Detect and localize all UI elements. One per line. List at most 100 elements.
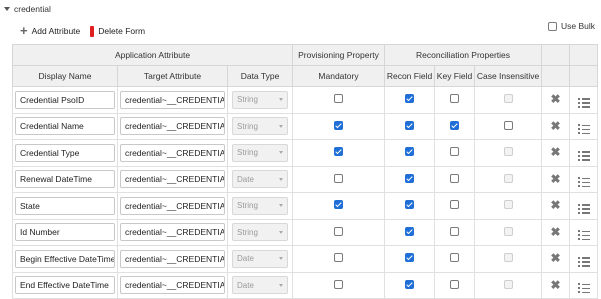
chevron-down-icon: [279, 257, 284, 261]
recon-field-checkbox[interactable]: [405, 200, 415, 210]
display-name-input[interactable]: Renewal DateTime: [15, 170, 115, 189]
group-reconciliation-properties: Reconciliation Properties: [384, 44, 543, 66]
display-name-input[interactable]: Credential Name: [15, 117, 115, 136]
target-attribute-input[interactable]: credential~__CREDENTIAI: [120, 143, 225, 162]
use-bulk-label: Use Bulk: [560, 21, 595, 31]
row-options-icon[interactable]: [577, 203, 590, 214]
row-options-icon[interactable]: [577, 283, 590, 294]
display-name-input[interactable]: Credential PsoID: [15, 90, 115, 109]
recon-field-checkbox[interactable]: [405, 253, 415, 263]
display-name-input[interactable]: Credential Type: [15, 143, 115, 162]
recon-field-checkbox[interactable]: [405, 94, 415, 104]
data-type-select: String: [232, 196, 289, 215]
delete-row-icon[interactable]: ✖: [551, 119, 561, 133]
use-bulk-checkbox[interactable]: [547, 21, 557, 31]
delete-bar-icon: [90, 25, 95, 37]
target-attribute-input[interactable]: credential~__CREDENTIAI: [120, 249, 225, 268]
recon-field-checkbox[interactable]: [405, 279, 415, 289]
col-mandatory[interactable]: Mandatory: [292, 65, 386, 87]
mandatory-checkbox[interactable]: [334, 147, 344, 157]
collapse-caret-icon[interactable]: [4, 7, 10, 11]
mandatory-checkbox[interactable]: [334, 279, 344, 289]
col-case-insensitive[interactable]: Case Insensitive: [474, 65, 543, 87]
row-options-icon[interactable]: [577, 150, 590, 161]
row-options-icon[interactable]: [577, 230, 590, 241]
key-field-checkbox[interactable]: [450, 147, 460, 157]
delete-row-icon[interactable]: ✖: [551, 198, 561, 212]
mandatory-checkbox[interactable]: [334, 200, 344, 210]
case-insensitive-checkbox[interactable]: [503, 120, 513, 130]
key-field-checkbox[interactable]: [450, 120, 460, 130]
target-attribute-input[interactable]: credential~__CREDENTIAI: [120, 276, 225, 295]
add-attribute-label: Add Attribute: [31, 26, 81, 36]
table-row: Renewal DateTime credential~__CREDENTIAI D…: [12, 165, 599, 193]
delete-row-icon[interactable]: ✖: [551, 251, 561, 265]
target-attribute-input[interactable]: credential~__CREDENTIAI: [120, 90, 225, 109]
table-row: Credential Type credential~__CREDENTIAI St…: [12, 139, 599, 167]
target-attribute-input[interactable]: credential~__CREDENTIAI: [120, 170, 225, 189]
data-type-value: String: [237, 148, 258, 158]
data-type-value: String: [237, 227, 258, 237]
delete-row-icon[interactable]: ✖: [551, 172, 561, 186]
key-field-checkbox[interactable]: [450, 94, 460, 104]
row-options-icon[interactable]: [577, 124, 590, 135]
use-bulk-toggle[interactable]: Use Bulk: [547, 21, 595, 31]
mandatory-checkbox[interactable]: [334, 94, 344, 104]
table-row: Credential Name credential~__CREDENTIAI St…: [12, 112, 599, 140]
row-options-icon[interactable]: [577, 256, 590, 267]
attribute-table: Application Attribute Provisioning Prope…: [11, 44, 599, 299]
key-field-checkbox[interactable]: [450, 173, 460, 183]
target-attribute-input[interactable]: credential~__CREDENTIAI: [120, 223, 225, 242]
key-field-checkbox[interactable]: [450, 200, 460, 210]
table-row: Begin Effective DateTime credential~__CRE…: [12, 245, 599, 273]
mandatory-checkbox[interactable]: [334, 253, 344, 263]
row-options-icon[interactable]: [577, 97, 590, 108]
table-row: End Effective DateTime credential~__CREDE…: [12, 271, 599, 299]
data-type-select: String: [232, 143, 289, 162]
add-attribute-button[interactable]: + Add Attribute: [20, 23, 81, 38]
col-key-field[interactable]: Key Field: [434, 65, 476, 87]
delete-row-icon[interactable]: ✖: [551, 92, 561, 106]
key-field-checkbox[interactable]: [450, 279, 460, 289]
chevron-down-icon: [279, 204, 284, 208]
target-attribute-input[interactable]: credential~__CREDENTIAI: [120, 117, 225, 136]
mandatory-checkbox[interactable]: [334, 120, 344, 130]
recon-field-checkbox[interactable]: [405, 173, 415, 183]
chevron-down-icon: [279, 230, 284, 234]
mandatory-checkbox[interactable]: [334, 173, 344, 183]
recon-field-checkbox[interactable]: [405, 120, 415, 130]
delete-form-button[interactable]: Delete Form: [90, 25, 145, 37]
col-data-type[interactable]: Data Type: [226, 65, 294, 87]
key-field-checkbox[interactable]: [450, 253, 460, 263]
display-name-input[interactable]: Id Number: [15, 223, 115, 242]
col-display-name[interactable]: Display Name: [12, 65, 118, 87]
data-type-value: Date: [237, 174, 254, 184]
chevron-down-icon: [279, 151, 284, 155]
section-header[interactable]: credential: [4, 2, 51, 16]
plus-icon: +: [20, 23, 28, 38]
table-row: State credential~__CREDENTIAI String ✖: [12, 192, 599, 220]
recon-field-checkbox[interactable]: [405, 147, 415, 157]
row-options-icon[interactable]: [577, 177, 590, 188]
data-type-select: Date: [232, 276, 289, 295]
chevron-down-icon: [279, 177, 284, 181]
key-field-checkbox[interactable]: [450, 226, 460, 236]
section-title: credential: [14, 4, 51, 14]
mandatory-checkbox[interactable]: [334, 226, 344, 236]
data-type-select: String: [232, 117, 289, 136]
case-insensitive-checkbox: [503, 200, 513, 210]
case-insensitive-checkbox: [503, 279, 513, 289]
display-name-input[interactable]: State: [15, 196, 115, 215]
display-name-input[interactable]: Begin Effective DateTime: [15, 249, 115, 268]
col-target-attribute[interactable]: Target Attribute: [117, 65, 228, 87]
col-recon-field[interactable]: Recon Field: [384, 65, 436, 87]
table-row: Credential PsoID credential~__CREDENTIAI S…: [12, 86, 599, 114]
display-name-input[interactable]: End Effective DateTime: [15, 276, 115, 295]
recon-field-checkbox[interactable]: [405, 226, 415, 236]
data-type-select: Date: [232, 249, 289, 268]
delete-row-icon[interactable]: ✖: [551, 278, 561, 292]
case-insensitive-checkbox: [503, 173, 513, 183]
delete-row-icon[interactable]: ✖: [551, 145, 561, 159]
delete-row-icon[interactable]: ✖: [551, 225, 561, 239]
target-attribute-input[interactable]: credential~__CREDENTIAI: [120, 196, 225, 215]
